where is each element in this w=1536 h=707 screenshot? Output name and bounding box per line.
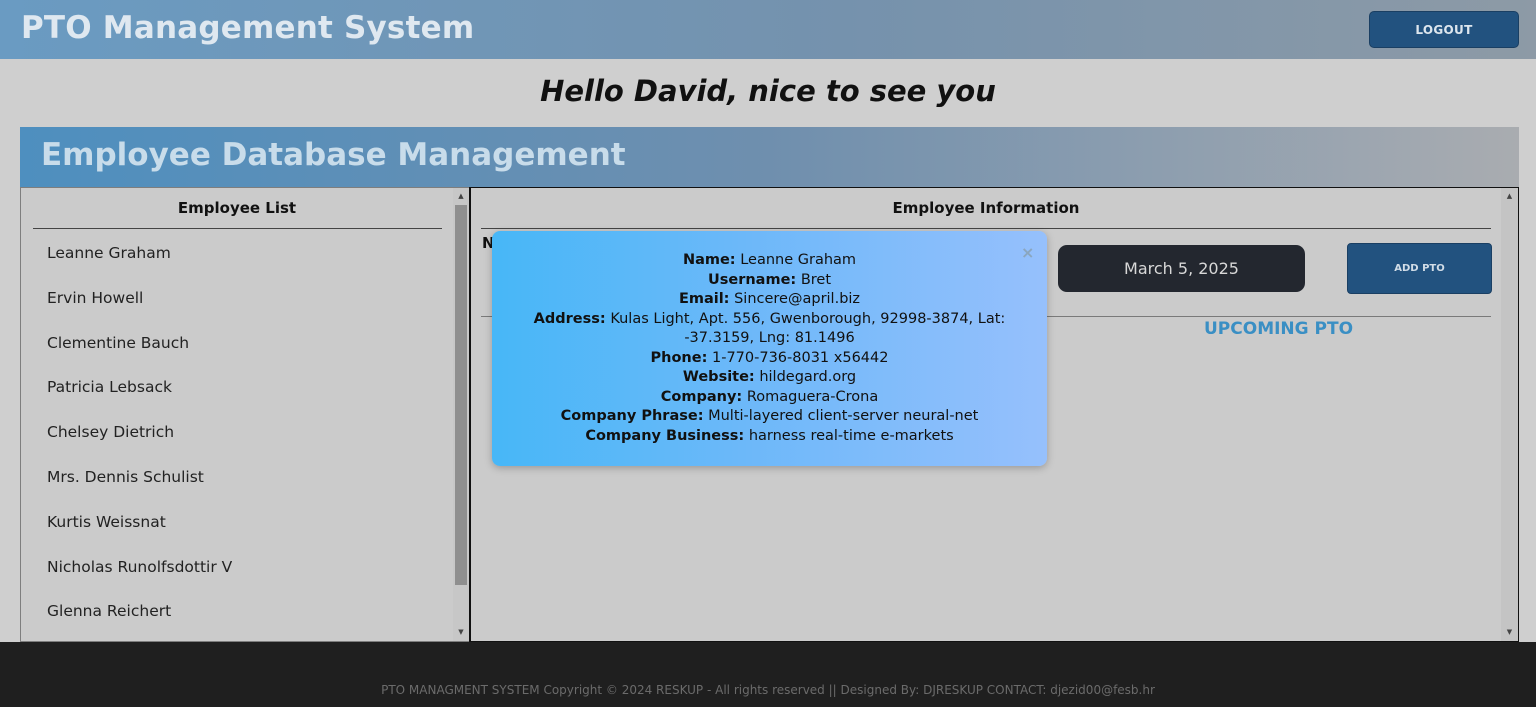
detail-label: Name: — [682, 252, 736, 268]
detail-label: Company Phrase: — [560, 408, 704, 424]
employee-list-item[interactable]: Mrs. Dennis Schulist — [47, 467, 232, 512]
detail-row-company: Company: Romaguera-Crona — [506, 388, 1033, 408]
section-title: Employee Database Management — [41, 137, 626, 173]
detail-row-website: Website: hildegard.org — [506, 368, 1033, 388]
upcoming-pto-heading: UPCOMING PTO — [1204, 319, 1354, 339]
footer-copyright: PTO MANAGMENT SYSTEM Copyright © 2024 RE… — [381, 683, 1155, 697]
section-header: Employee Database Management — [20, 127, 1519, 187]
down-arrow-icon[interactable]: ▼ — [453, 625, 469, 639]
detail-label: Company: — [660, 388, 743, 405]
app-title: PTO Management System — [21, 10, 475, 46]
employee-list-item[interactable]: Kurtis Weissnat — [47, 512, 232, 557]
detail-row-address: Address: Kulas Light, Apt. 556, Gwenboro… — [506, 310, 1033, 349]
employee-details-modal: × Name: Leanne Graham Username: Bret Ema… — [492, 231, 1047, 466]
divider — [33, 228, 442, 229]
detail-value: harness real-time e-markets — [748, 427, 954, 444]
employee-details: Name: Leanne Graham Username: Bret Email… — [506, 251, 1033, 446]
detail-row-name: Name: Leanne Graham — [506, 251, 1033, 271]
employee-list-item[interactable]: Leanne Graham — [47, 243, 232, 288]
detail-label: Username: — [707, 271, 797, 288]
detail-value: Sincere@april.biz — [734, 291, 861, 307]
divider — [481, 228, 1491, 229]
footer: PTO MANAGMENT SYSTEM Copyright © 2024 RE… — [0, 642, 1536, 707]
date-picker[interactable]: March 5, 2025 — [1058, 245, 1305, 292]
detail-value: 1-770-736-8031 x56442 — [711, 349, 889, 366]
employee-info-scrollbar[interactable]: ▲ ▼ — [1501, 188, 1518, 641]
detail-row-username: Username: Bret — [506, 271, 1033, 291]
add-pto-button[interactable]: ADD PTO — [1347, 243, 1492, 294]
up-arrow-icon[interactable]: ▲ — [453, 189, 469, 203]
detail-label: Website: — [682, 369, 755, 385]
top-navbar: PTO Management System LOGOUT — [0, 0, 1536, 59]
detail-label: Company Business: — [585, 427, 745, 444]
detail-value: Kulas Light, Apt. 556, Gwenborough, 9299… — [610, 310, 1006, 347]
employee-list-item[interactable]: Ervin Howell — [47, 288, 232, 333]
detail-row-email: Email: Sincere@april.biz — [506, 290, 1033, 310]
greeting-text: Hello David, nice to see you — [540, 74, 996, 108]
detail-row-company-phrase: Company Phrase: Multi-layered client-ser… — [506, 407, 1033, 427]
employee-list-item[interactable]: Patricia Lebsack — [47, 377, 232, 422]
employee-list-item[interactable]: Nicholas Runolfsdottir V — [47, 557, 232, 602]
detail-row-phone: Phone: 1-770-736-8031 x56442 — [506, 349, 1033, 369]
detail-label: Phone: — [650, 349, 708, 366]
detail-row-company-business: Company Business: harness real-time e-ma… — [506, 427, 1033, 447]
employee-list-scrollbar[interactable]: ▲ ▼ — [453, 188, 469, 641]
employee-list-item[interactable]: Clementine Bauch — [47, 333, 232, 378]
detail-label: Email: — [678, 291, 730, 307]
employee-list: Leanne Graham Ervin Howell Clementine Ba… — [47, 243, 232, 646]
scrollbar-thumb[interactable] — [455, 205, 467, 585]
detail-value: Leanne Graham — [740, 252, 857, 268]
down-arrow-icon[interactable]: ▼ — [1501, 625, 1518, 639]
employee-list-heading: Employee List — [177, 199, 297, 217]
up-arrow-icon[interactable]: ▲ — [1501, 189, 1518, 203]
employee-info-heading: Employee Information — [892, 199, 1080, 217]
detail-value: Bret — [800, 271, 832, 288]
detail-value: Romaguera-Crona — [746, 388, 879, 405]
detail-value: Multi-layered client-server neural-net — [708, 408, 979, 424]
detail-label: Address: — [533, 310, 606, 327]
employee-list-item[interactable]: Chelsey Dietrich — [47, 422, 232, 467]
detail-value: hildegard.org — [759, 369, 857, 385]
employee-list-panel: Employee List Leanne Graham Ervin Howell… — [20, 187, 469, 642]
logout-button[interactable]: LOGOUT — [1369, 11, 1519, 48]
employee-list-item[interactable]: Glenna Reichert — [47, 601, 232, 646]
